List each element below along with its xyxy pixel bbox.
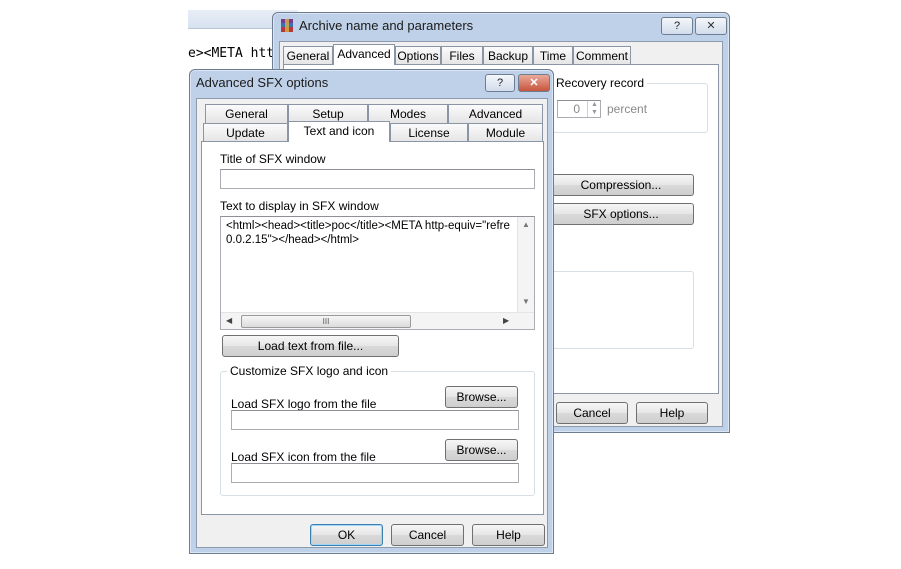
vertical-scrollbar[interactable]: ▲ ▼ (517, 217, 534, 313)
sfx-logo-label: Load SFX logo from the file (231, 397, 377, 411)
advanced-sfx-options-dialog: Advanced SFX options ? ✕ General Setup M… (189, 69, 554, 554)
archive-window-title: Archive name and parameters (299, 18, 474, 33)
tab-general[interactable]: General (205, 104, 288, 123)
tab-general[interactable]: General (283, 46, 333, 65)
tab-comment[interactable]: Comment (573, 46, 631, 65)
sfx-close-title-button[interactable]: ✕ (518, 74, 550, 92)
tab-backup[interactable]: Backup (483, 46, 533, 65)
spin-arrows-icon[interactable]: ▲ ▼ (587, 101, 601, 117)
background-code-text: e><META htt (188, 46, 275, 61)
tab-module[interactable]: Module (468, 123, 543, 142)
scroll-left-icon[interactable]: ◀ (226, 316, 232, 325)
sfx-logo-input[interactable] (231, 410, 519, 430)
archive-info-group (548, 271, 694, 349)
tab-license[interactable]: License (390, 123, 468, 142)
tab-advanced[interactable]: Advanced (448, 104, 543, 123)
tab-time[interactable]: Time (533, 46, 573, 65)
recovery-record-label: Recovery record (553, 76, 648, 90)
ok-button[interactable]: OK (310, 524, 383, 546)
sfx-title-input[interactable] (220, 169, 535, 189)
percent-label: percent (607, 102, 648, 116)
browse-logo-button[interactable]: Browse... (445, 386, 518, 408)
recovery-record-group: Recovery record 0 ▲ ▼ percent (548, 76, 708, 133)
compression-button[interactable]: Compression... (548, 174, 694, 196)
sfx-text-label: Text to display in SFX window (220, 199, 379, 213)
sfx-help-button[interactable]: Help (472, 524, 545, 546)
tab-options[interactable]: Options (395, 46, 441, 65)
sfx-text-line-2: 0.0.2.15"></head></html> (226, 234, 359, 246)
sfx-icon-input[interactable] (231, 463, 519, 483)
scroll-down-icon[interactable]: ▼ (522, 297, 530, 306)
tab-files[interactable]: Files (441, 46, 483, 65)
tab-advanced[interactable]: Advanced (333, 44, 395, 65)
scroll-right-icon[interactable]: ▶ (503, 316, 509, 325)
sfx-dialog-title: Advanced SFX options (196, 75, 329, 90)
sfx-title-label: Title of SFX window (220, 152, 326, 166)
customize-group-title: Customize SFX logo and icon (227, 364, 392, 378)
browse-icon-button[interactable]: Browse... (445, 439, 518, 461)
sfx-cancel-button[interactable]: Cancel (391, 524, 464, 546)
tab-update[interactable]: Update (203, 123, 288, 142)
close-title-button[interactable]: ✕ (695, 17, 727, 35)
tab-text-and-icon[interactable]: Text and icon (288, 121, 390, 142)
scroll-thumb[interactable]: III (241, 315, 411, 328)
archive-cancel-button[interactable]: Cancel (556, 402, 628, 424)
archive-help-button[interactable]: Help (636, 402, 708, 424)
sfx-text-line-1: <html><head><title>poc</title><META http… (226, 220, 510, 232)
sfx-options-button[interactable]: SFX options... (548, 203, 694, 225)
horizontal-scrollbar[interactable]: ◀ III ▶ (221, 312, 534, 329)
load-text-from-file-button[interactable]: Load text from file... (222, 335, 399, 357)
scroll-up-icon[interactable]: ▲ (522, 220, 530, 229)
customize-logo-icon-group: Customize SFX logo and icon Load SFX log… (220, 364, 535, 496)
sfx-client-area: General Setup Modes Advanced Update Text… (196, 98, 548, 548)
help-title-button[interactable]: ? (661, 17, 693, 35)
sfx-text-area[interactable]: <html><head><title>poc</title><META http… (220, 216, 535, 330)
sfx-help-title-button[interactable]: ? (485, 74, 515, 92)
text-and-icon-panel: Title of SFX window Text to display in S… (201, 141, 544, 515)
winrar-app-icon (279, 18, 295, 34)
sfx-icon-label: Load SFX icon from the file (231, 450, 376, 464)
